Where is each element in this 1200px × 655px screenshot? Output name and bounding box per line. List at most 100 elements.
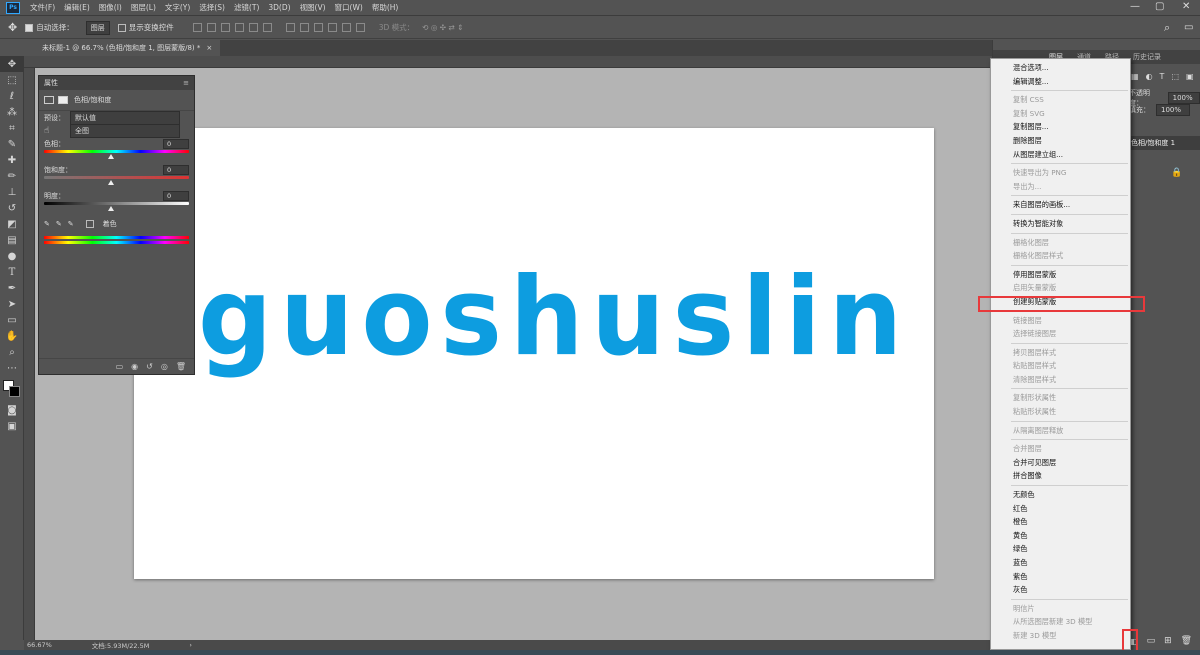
zoom-tool-icon[interactable]: ⌕ xyxy=(0,344,24,360)
align-top-icon[interactable] xyxy=(192,23,202,32)
crop-tool-icon[interactable]: ⌗ xyxy=(0,120,24,136)
menu-select[interactable]: 选择(S) xyxy=(199,2,225,13)
history-brush-tool-icon[interactable]: ↺ xyxy=(0,200,24,216)
type-tool-icon[interactable]: T xyxy=(0,264,24,280)
context-menu-item[interactable]: 红色 xyxy=(991,502,1130,516)
align-vcenter-icon[interactable] xyxy=(206,23,216,32)
close-tab-icon[interactable]: × xyxy=(206,40,212,56)
context-menu-item[interactable]: 从图层建立组... xyxy=(991,148,1130,162)
lightness-value-field[interactable]: 0 xyxy=(163,191,189,201)
context-menu-item[interactable]: 合并可见图层 xyxy=(991,456,1130,470)
new-group-icon[interactable]: ▭ xyxy=(1147,636,1156,646)
hand-tool-icon[interactable]: ✋ xyxy=(0,328,24,344)
reset-icon[interactable]: ↺ xyxy=(146,362,153,371)
clone-stamp-tool-icon[interactable]: ⊥ xyxy=(0,184,24,200)
opacity-field[interactable]: 100% xyxy=(1167,92,1200,104)
panel-menu-icon[interactable]: ≡ xyxy=(183,79,189,87)
eyedropper-minus-icon[interactable]: ✎ xyxy=(68,220,74,228)
eraser-tool-icon[interactable]: ◩ xyxy=(0,216,24,232)
search-icon[interactable]: ⌕ xyxy=(1164,21,1170,35)
document-canvas[interactable]: guoshuslin xyxy=(134,128,934,579)
visibility-eye-icon[interactable]: ◎ xyxy=(161,362,168,371)
maximize-button[interactable]: ▢ xyxy=(1155,1,1164,12)
tab-history[interactable]: 历史记录 xyxy=(1133,52,1161,62)
align-left-icon[interactable] xyxy=(234,23,244,32)
shape-tool-icon[interactable]: ▭ xyxy=(0,312,24,328)
path-selection-tool-icon[interactable]: ➤ xyxy=(0,296,24,312)
color-swatches-icon[interactable] xyxy=(0,376,24,402)
gradient-tool-icon[interactable]: ▤ xyxy=(0,232,24,248)
context-menu-item[interactable]: 复制图层... xyxy=(991,120,1130,134)
menu-window[interactable]: 窗口(W) xyxy=(335,2,363,13)
minimize-button[interactable]: — xyxy=(1130,1,1140,12)
trash-icon[interactable]: 🗑 xyxy=(176,362,186,371)
hue-slider-thumb[interactable] xyxy=(108,154,114,159)
filter-pixel-icon[interactable]: ▦ xyxy=(1131,72,1139,81)
eyedropper-tool-icon[interactable]: ✎ xyxy=(0,136,24,152)
distribute-left-icon[interactable] xyxy=(327,23,337,32)
lasso-tool-icon[interactable]: ℓ xyxy=(0,88,24,104)
quick-mask-icon[interactable]: ◙ xyxy=(0,402,24,418)
auto-select-checkbox[interactable]: 自动选择： xyxy=(25,22,74,33)
align-right-icon[interactable] xyxy=(262,23,272,32)
workspace-icon[interactable]: ▭ xyxy=(1184,22,1193,33)
filter-smart-icon[interactable]: ▣ xyxy=(1186,72,1194,81)
context-menu-item[interactable]: 混合选项... xyxy=(991,61,1130,75)
lightness-slider-thumb[interactable] xyxy=(108,206,114,211)
menu-file[interactable]: 文件(F) xyxy=(30,2,55,13)
context-menu-item[interactable]: 转换为智能对象 xyxy=(991,217,1130,231)
hue-value-field[interactable]: 0 xyxy=(163,139,189,149)
channel-dropdown[interactable]: 全图 xyxy=(70,124,180,138)
filter-adjust-icon[interactable]: ◐ xyxy=(1146,72,1153,81)
pen-tool-icon[interactable]: ✒ xyxy=(0,280,24,296)
preset-dropdown[interactable]: 默认值 xyxy=(70,110,180,125)
screen-mode-icon[interactable]: ▣ xyxy=(0,418,24,434)
view-previous-icon[interactable]: ◉ xyxy=(131,362,138,371)
context-menu-item[interactable]: 橙色 xyxy=(991,515,1130,529)
context-menu-item[interactable]: 紫色 xyxy=(991,570,1130,584)
layer-row-hue-saturation[interactable]: 色相/饱和度 1 xyxy=(1129,136,1200,150)
context-menu-item[interactable]: 来自图层的画板... xyxy=(991,198,1130,212)
mask-icon[interactable] xyxy=(58,96,68,104)
context-menu-item[interactable]: 灰色 xyxy=(991,583,1130,597)
distribute-hcenter-icon[interactable] xyxy=(341,23,351,32)
context-menu-item[interactable]: 删除图层 xyxy=(991,134,1130,148)
context-menu-item[interactable]: 拼合图像 xyxy=(991,469,1130,483)
menu-filter[interactable]: 滤镜(T) xyxy=(234,2,259,13)
healing-brush-tool-icon[interactable]: ✚ xyxy=(0,152,24,168)
filter-type-icon[interactable]: T xyxy=(1160,72,1165,81)
context-menu-item[interactable]: 编辑调整... xyxy=(991,75,1130,89)
document-tab[interactable]: 未标题-1 @ 66.7% (色相/饱和度 1, 图层蒙版/8) * × xyxy=(34,40,221,56)
menu-type[interactable]: 文字(Y) xyxy=(165,2,190,13)
orbit-3d-icon[interactable]: ⟲ ◎ ✣ ⇄ ⇕ xyxy=(422,23,463,32)
align-hcenter-icon[interactable] xyxy=(248,23,258,32)
auto-select-dropdown[interactable]: 图层 xyxy=(85,20,110,35)
lightness-slider-track[interactable] xyxy=(44,202,189,205)
distribute-right-icon[interactable] xyxy=(355,23,365,32)
colorize-checkbox[interactable] xyxy=(85,220,94,228)
more-tools-icon[interactable]: ⋯ xyxy=(0,360,24,376)
menu-3d[interactable]: 3D(D) xyxy=(268,3,290,12)
filter-shape-icon[interactable]: ⬚ xyxy=(1171,72,1179,81)
saturation-slider-track[interactable] xyxy=(44,176,189,179)
marquee-tool-icon[interactable]: ⬚ xyxy=(0,72,24,88)
align-bottom-icon[interactable] xyxy=(220,23,230,32)
move-tool-icon[interactable]: ✥ xyxy=(8,21,17,34)
menu-help[interactable]: 帮助(H) xyxy=(372,2,399,13)
magic-wand-tool-icon[interactable]: ⁂ xyxy=(0,104,24,120)
eyedropper-icon[interactable]: ✎ xyxy=(44,220,50,228)
distribute-bottom-icon[interactable] xyxy=(313,23,323,32)
brush-tool-icon[interactable]: ✏ xyxy=(0,168,24,184)
saturation-slider-thumb[interactable] xyxy=(108,180,114,185)
menu-edit[interactable]: 编辑(E) xyxy=(64,2,90,13)
context-menu-item[interactable]: 绿色 xyxy=(991,542,1130,556)
zoom-level[interactable]: 66.67% xyxy=(27,641,52,649)
saturation-value-field[interactable]: 0 xyxy=(163,165,189,175)
delete-layer-icon[interactable]: 🗑 xyxy=(1181,636,1192,646)
context-menu-item[interactable]: 蓝色 xyxy=(991,556,1130,570)
context-menu-item[interactable]: 无颜色 xyxy=(991,488,1130,502)
new-layer-icon[interactable]: ⊞ xyxy=(1164,636,1172,646)
distribute-top-icon[interactable] xyxy=(285,23,295,32)
context-menu-item[interactable]: 黄色 xyxy=(991,529,1130,543)
hue-slider-track[interactable] xyxy=(44,150,189,153)
